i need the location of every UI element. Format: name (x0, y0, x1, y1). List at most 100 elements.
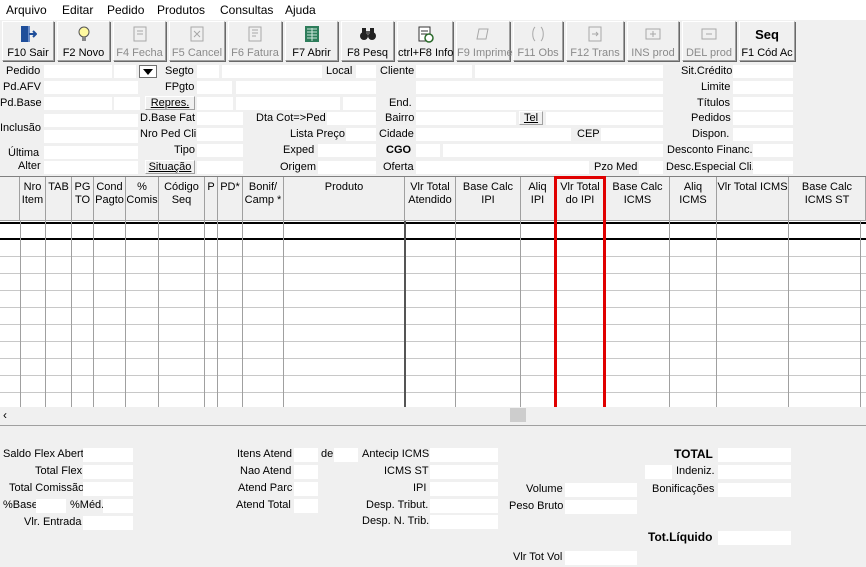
representative-button[interactable]: Repres. (145, 96, 195, 110)
col-icms-rate[interactable]: Aliq ICMS (670, 177, 717, 221)
avg-term-field[interactable] (639, 161, 663, 174)
inclusion-user-field[interactable] (44, 130, 138, 143)
search-button[interactable]: F8 Pesq (341, 21, 394, 61)
client-name-field[interactable] (475, 65, 663, 78)
order-field-extra[interactable] (114, 65, 136, 78)
ipi-field[interactable] (430, 482, 498, 496)
price-list-field[interactable] (346, 128, 376, 141)
new-button[interactable]: F2 Novo (57, 21, 110, 61)
segment-desc-field[interactable] (222, 65, 322, 78)
location-field[interactable] (356, 65, 376, 78)
menu-editar[interactable]: Editar (62, 3, 93, 17)
col-pd[interactable]: PD* (218, 177, 243, 221)
base-order-field[interactable] (44, 97, 112, 110)
col-code-seq[interactable]: Código Seq (159, 177, 205, 221)
col-icms-base[interactable]: Base Calc ICMS (606, 177, 670, 221)
net-total-field[interactable] (718, 531, 791, 545)
last-alter-date-field[interactable] (44, 146, 138, 159)
order-field[interactable] (44, 65, 112, 78)
close-order-button[interactable]: F4 Fecha (113, 21, 166, 61)
volume-total-value-field[interactable] (565, 551, 637, 565)
partial-served-field[interactable] (294, 482, 318, 496)
indemnity-field[interactable] (718, 465, 791, 479)
flex-balance-field[interactable] (83, 448, 133, 462)
exit-button[interactable]: F10 Sair (2, 21, 54, 61)
tax-expenses-field[interactable] (430, 499, 498, 513)
items-served-field[interactable] (294, 448, 318, 462)
zip-field[interactable] (601, 128, 663, 141)
status-button[interactable]: Situação (145, 160, 195, 174)
insert-product-button[interactable]: INS prod (627, 21, 679, 61)
last-alter-user-field[interactable] (44, 161, 138, 174)
fully-served-field[interactable] (294, 499, 318, 513)
type-field[interactable] (197, 144, 243, 157)
payment-form-desc-field[interactable] (236, 81, 376, 94)
down-payment-field[interactable] (83, 516, 133, 530)
col-p[interactable]: P (205, 177, 218, 221)
cgo-field[interactable] (416, 144, 440, 157)
col-payment-condition[interactable]: Cond Pagto (94, 177, 126, 221)
indemnity-pct-field[interactable] (645, 465, 672, 479)
col-icms-st-base[interactable]: Base Calc ICMS ST (789, 177, 866, 221)
offer-field[interactable] (416, 161, 589, 174)
client-extra-field[interactable] (416, 81, 663, 94)
col-commission-pct[interactable]: % Comis (126, 177, 159, 221)
total-commission-field[interactable] (83, 482, 133, 496)
quote-to-order-date-field[interactable] (327, 112, 376, 125)
icms-advance-field[interactable] (430, 448, 498, 462)
afv-order-field[interactable] (44, 81, 138, 94)
neighborhood-field[interactable] (416, 112, 516, 125)
status-field[interactable] (197, 161, 243, 174)
total-flex-field[interactable] (83, 465, 133, 479)
non-tax-expenses-field[interactable] (430, 515, 498, 529)
segment-field[interactable] (197, 65, 219, 78)
origin-field[interactable] (318, 161, 376, 174)
client-code-field[interactable] (416, 65, 472, 78)
col-tab[interactable]: TAB (46, 177, 72, 221)
orders-field[interactable] (733, 112, 793, 125)
limit-field[interactable] (733, 81, 793, 94)
billing-base-date-field[interactable] (197, 112, 243, 125)
notes-button[interactable]: F11 Obs (513, 21, 563, 61)
scroll-left-arrow-icon[interactable]: ‹ (3, 408, 7, 422)
menu-pedido[interactable]: Pedido (107, 3, 144, 17)
scroll-thumb[interactable] (510, 408, 526, 422)
menu-arquivo[interactable]: Arquivo (6, 3, 47, 17)
col-item-number[interactable]: Nro Item (20, 177, 46, 221)
phone-button[interactable]: Tel (519, 111, 543, 125)
col-ipi-rate[interactable]: Aliq IPI (521, 177, 555, 221)
seq-button[interactable]: Seq F1 Cód Ac (739, 21, 795, 61)
volume-field[interactable] (565, 483, 637, 497)
info-button[interactable]: ctrl+F8 Info (397, 21, 453, 61)
available-field[interactable] (733, 128, 793, 141)
order-dropdown[interactable] (139, 65, 157, 78)
representative-extra-field[interactable] (343, 97, 376, 110)
shipping-field[interactable] (318, 144, 376, 157)
grid-horizontal-scrollbar[interactable]: ‹ (0, 407, 866, 424)
menu-ajuda[interactable]: Ajuda (285, 3, 316, 17)
gross-weight-field[interactable] (565, 500, 637, 514)
client-order-number-field[interactable] (197, 128, 243, 141)
address-field[interactable] (416, 97, 663, 110)
inclusion-date-field[interactable] (44, 114, 138, 127)
menu-produtos[interactable]: Produtos (157, 3, 205, 17)
base-pct-field[interactable] (36, 499, 66, 513)
bonuses-field[interactable] (718, 483, 791, 497)
col-total-served[interactable]: Vlr Total Atendido (405, 177, 456, 221)
cancel-button[interactable]: F5 Cancel (169, 21, 225, 61)
financial-discount-field[interactable] (753, 144, 793, 157)
credit-status-field[interactable] (733, 65, 793, 78)
menu-consultas[interactable]: Consultas (220, 3, 273, 17)
col-bonus-campaign[interactable]: Bonif/ Camp * (243, 177, 284, 221)
cgo-desc-field[interactable] (443, 144, 663, 157)
titles-field[interactable] (733, 97, 793, 110)
special-discount-field[interactable] (753, 161, 793, 174)
city-field[interactable] (416, 128, 571, 141)
col-icms-total[interactable]: Vlr Total ICMS (717, 177, 789, 221)
open-button[interactable]: F7 Abrir (285, 21, 338, 61)
icms-st-field[interactable] (430, 465, 498, 479)
payment-form-field[interactable] (197, 81, 232, 94)
total-field[interactable] (718, 448, 791, 462)
col-pgto[interactable]: PG TO (72, 177, 94, 221)
transfer-button[interactable]: F12 Trans (566, 21, 624, 61)
